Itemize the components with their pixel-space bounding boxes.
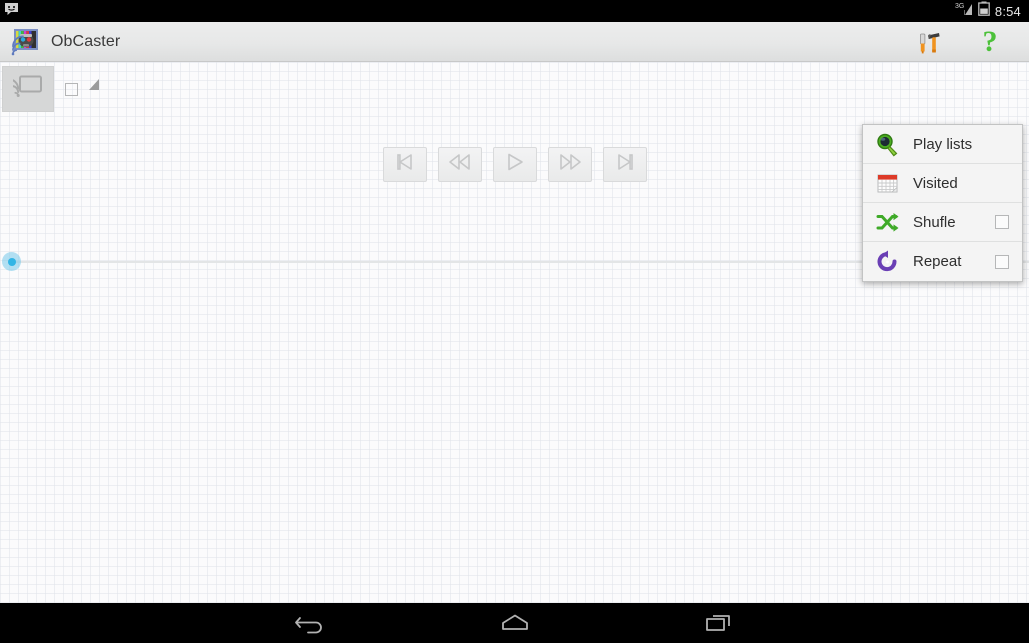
menu-item-visited[interactable]: Visited bbox=[863, 164, 1022, 203]
menu-item-label: Repeat bbox=[913, 253, 962, 270]
shuffle-icon bbox=[875, 210, 900, 235]
message-icon bbox=[4, 2, 19, 21]
magnifier-icon bbox=[875, 132, 900, 157]
cast-toolbar bbox=[0, 65, 99, 113]
signal-bars-icon: 3G bbox=[955, 1, 973, 21]
menu-item-repeat[interactable]: Repeat bbox=[863, 242, 1022, 281]
navigation-bar bbox=[0, 603, 1029, 643]
status-bar-system-icons: 3G 8:54 bbox=[955, 1, 1021, 21]
repeat-checkbox[interactable] bbox=[995, 254, 1009, 269]
help-icon[interactable]: ? bbox=[973, 25, 1007, 59]
skip-next-icon bbox=[615, 153, 635, 176]
menu-item-label: Visited bbox=[913, 174, 958, 192]
shuffle-checkbox[interactable] bbox=[995, 215, 1009, 229]
play-button[interactable] bbox=[492, 147, 537, 182]
play-icon bbox=[505, 152, 525, 177]
tools-icon[interactable] bbox=[913, 25, 947, 59]
menu-item-label: Shufle bbox=[913, 213, 956, 231]
nav-home-button[interactable] bbox=[463, 603, 567, 643]
toolbar-checkbox[interactable] bbox=[65, 83, 78, 96]
status-bar: 3G 8:54 bbox=[0, 0, 1029, 22]
action-bar: ObCaster ? bbox=[0, 22, 1029, 62]
cast-icon bbox=[7, 74, 43, 104]
rewind-button[interactable] bbox=[437, 147, 482, 182]
help-glyph: ? bbox=[982, 24, 998, 58]
main-content: Play lists Visited Shufle Repeat bbox=[0, 62, 1029, 603]
overflow-popup-menu: Play lists Visited Shufle Repeat bbox=[862, 124, 1023, 282]
rewind-icon bbox=[448, 153, 472, 176]
action-bar-actions: ? bbox=[913, 25, 1029, 59]
fast-forward-icon bbox=[558, 153, 582, 176]
menu-item-shufle[interactable]: Shufle bbox=[863, 203, 1022, 242]
skip-previous-button[interactable] bbox=[382, 147, 427, 182]
svg-text:3G: 3G bbox=[955, 3, 964, 10]
calendar-icon bbox=[875, 171, 900, 196]
skip-previous-icon bbox=[395, 153, 415, 176]
nav-back-button[interactable] bbox=[259, 603, 363, 643]
seekbar-thumb[interactable] bbox=[2, 252, 21, 271]
cast-button[interactable] bbox=[2, 66, 54, 112]
spinner-triangle-icon[interactable] bbox=[89, 79, 99, 90]
page-title: ObCaster bbox=[51, 32, 121, 50]
status-bar-notifications bbox=[4, 2, 19, 21]
menu-item-play-lists[interactable]: Play lists bbox=[863, 125, 1022, 164]
skip-next-button[interactable] bbox=[602, 147, 647, 182]
status-bar-clock: 8:54 bbox=[994, 3, 1021, 19]
fast-forward-button[interactable] bbox=[547, 147, 592, 182]
menu-item-label: Play lists bbox=[913, 135, 973, 153]
battery-icon bbox=[978, 1, 990, 21]
android-screen: 3G 8:54 ObCaster ? Play lists Visited Sh… bbox=[0, 0, 1029, 643]
obcaster-app-icon bbox=[11, 28, 39, 56]
repeat-icon bbox=[875, 249, 900, 274]
nav-recents-button[interactable] bbox=[667, 603, 771, 643]
